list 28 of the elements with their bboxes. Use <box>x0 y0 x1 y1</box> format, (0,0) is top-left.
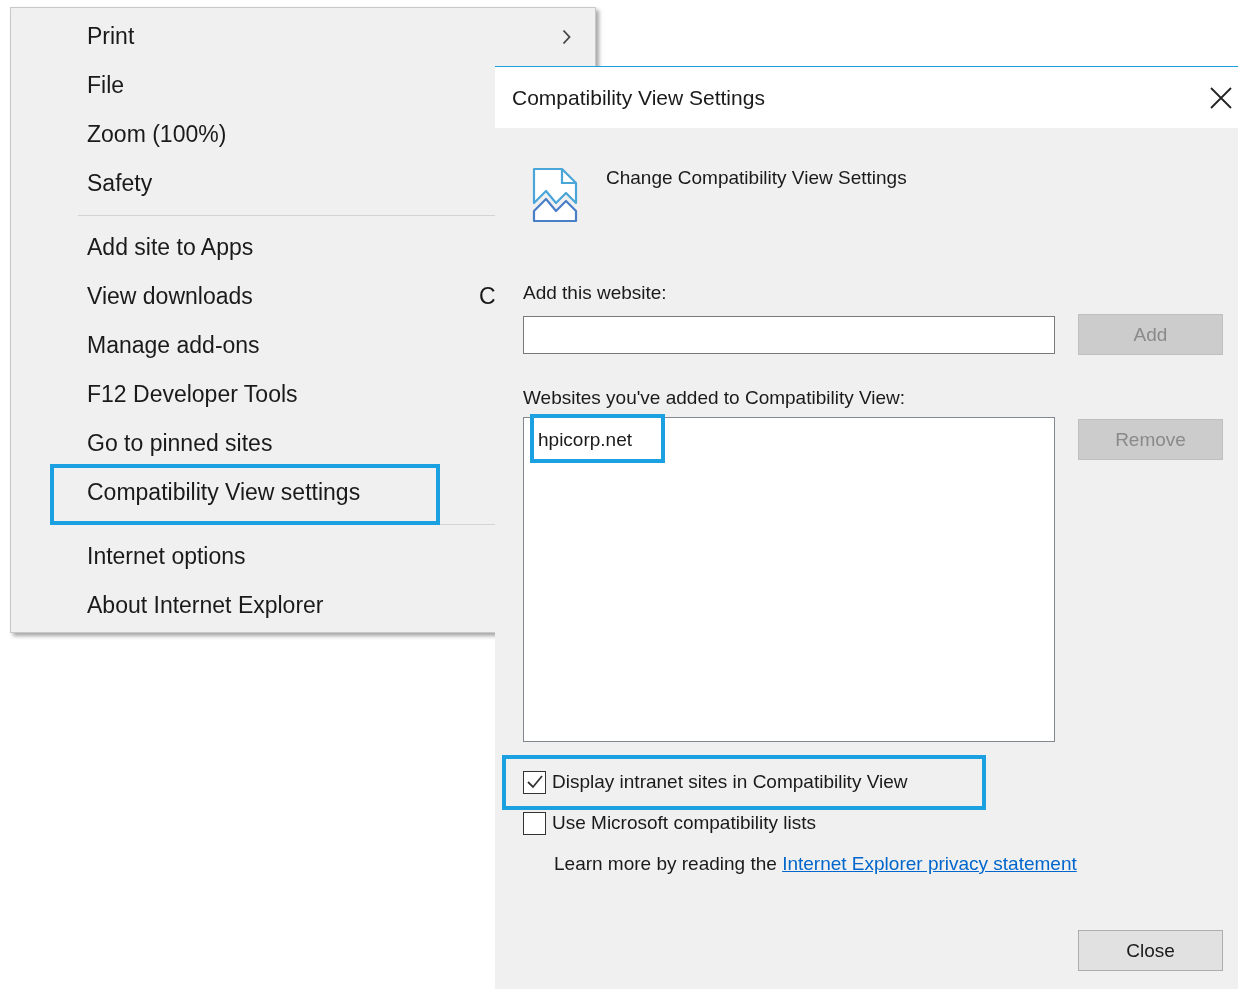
checkbox[interactable] <box>523 770 546 794</box>
menu-item[interactable]: Go to pinned sites <box>87 430 273 457</box>
shortcut-text: C <box>479 283 496 310</box>
menu-item[interactable]: F12 Developer Tools <box>87 381 298 408</box>
menu-item[interactable]: About Internet Explorer <box>87 592 324 619</box>
checkbox-label: Display intranet sites in Compatibility View <box>552 771 908 793</box>
privacy-link[interactable]: Internet Explorer privacy statement <box>782 853 1077 874</box>
broken-page-icon <box>532 167 578 223</box>
menu-item[interactable]: Zoom (100%) <box>87 121 227 148</box>
field-label: Add this website: <box>523 281 668 305</box>
list-item[interactable]: hpicorp.net <box>538 429 632 450</box>
dialog-heading: Change Compatibility View Settings <box>606 167 907 189</box>
close-button[interactable]: Close <box>1078 930 1223 971</box>
window-title: Compatibility View Settings <box>512 85 765 110</box>
menu-item[interactable]: Manage add-ons <box>87 332 260 359</box>
menu-item[interactable]: Print <box>87 23 135 50</box>
close-icon[interactable] <box>1210 86 1232 109</box>
checkbox[interactable] <box>523 811 546 835</box>
learn-more-text: Learn more by reading the Internet Explorer privacy statement <box>554 852 1078 876</box>
checkbox-label: Use Microsoft compatibility lists <box>552 812 816 834</box>
menu-item[interactable]: View downloads <box>87 283 253 310</box>
menu-item[interactable]: Safety <box>87 170 153 197</box>
menu-item[interactable]: Internet options <box>87 543 246 570</box>
menu-item[interactable]: File <box>87 72 125 99</box>
menu-item[interactable]: Add site to Apps <box>87 234 254 261</box>
website-input-field[interactable] <box>523 315 1055 354</box>
menu-item[interactable]: Compatibility View settings <box>87 479 361 506</box>
list-label: Websites you've added to Compatibility View: <box>523 386 907 410</box>
